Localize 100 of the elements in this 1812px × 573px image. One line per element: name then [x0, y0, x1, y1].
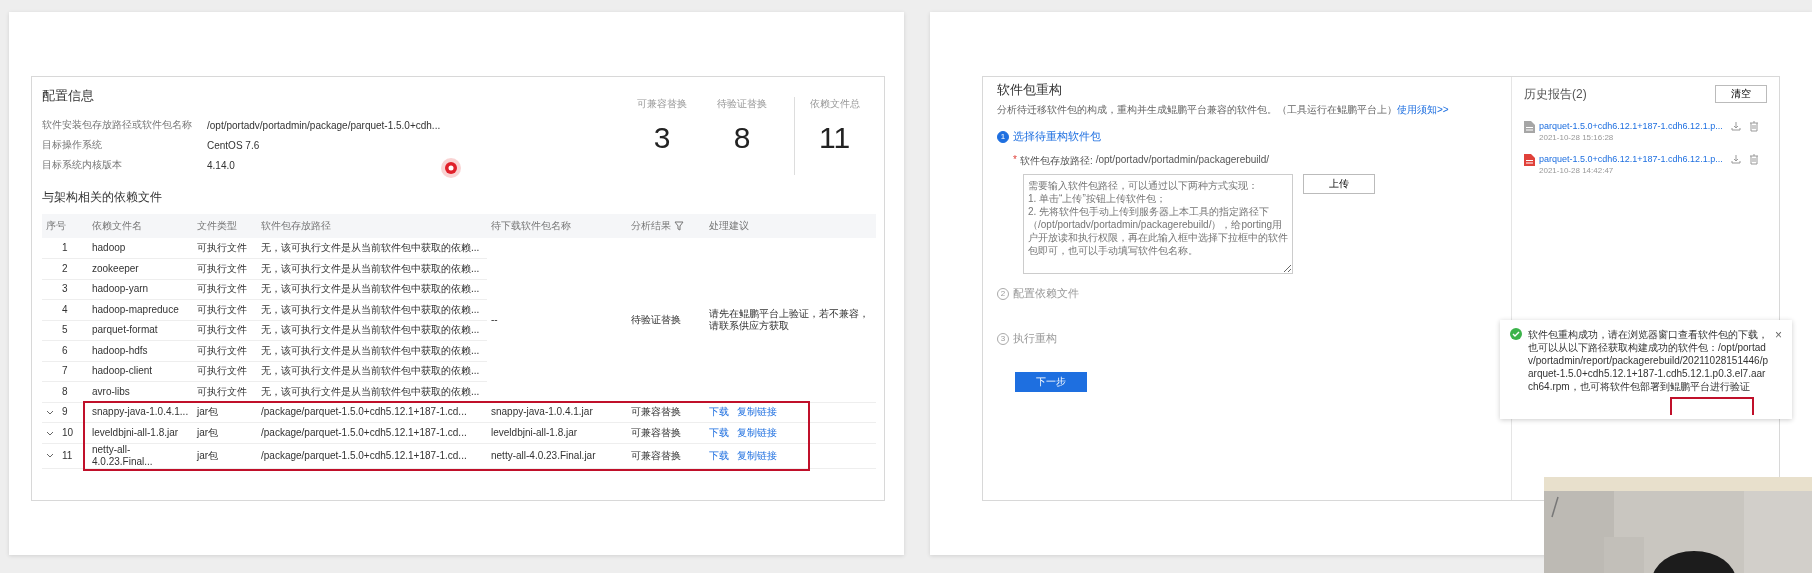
table-cell: --	[487, 238, 627, 402]
table-cell: 可执行文件	[193, 279, 257, 300]
download-icon[interactable]	[1730, 121, 1741, 131]
column-header: 文件类型	[193, 214, 257, 238]
field-label: 目标操作系统	[42, 138, 103, 152]
table-link[interactable]: 复制链接	[737, 426, 777, 438]
table-cell: avro-libs	[88, 381, 193, 402]
table-cell: 无，该可执行文件是从当前软件包中获取的依赖...	[257, 381, 487, 402]
table-cell: 无，该可执行文件是从当前软件包中获取的依赖...	[257, 279, 487, 300]
cursor-highlight-icon	[440, 157, 462, 179]
table-link[interactable]: 复制链接	[737, 406, 777, 418]
page-title: 软件包重构	[997, 81, 1063, 99]
table-cell: 待验证替换	[627, 238, 705, 402]
table-cell: 可执行文件	[193, 381, 257, 402]
stat-value: 3	[653, 121, 671, 155]
close-button[interactable]: ×	[1775, 328, 1782, 342]
field-value: 4.14.0	[207, 159, 235, 171]
table-cell: leveldbjni-all-1.8.jar	[88, 422, 193, 443]
trash-icon[interactable]	[1748, 154, 1759, 165]
table-cell: 无，该可执行文件是从当前软件包中获取的依赖...	[257, 238, 487, 259]
step-number: 1	[997, 130, 1009, 143]
upload-button[interactable]: 上传	[1303, 174, 1375, 194]
table-cell: parquet-format	[88, 320, 193, 341]
table-cell: 可执行文件	[193, 320, 257, 341]
report-time: 2021-10-28 15:16:28	[1539, 133, 1615, 142]
table-cell: /package/parquet-1.5.0+cdh5.12.1+187-1.cd...	[257, 402, 487, 423]
chevron-icon[interactable]	[46, 429, 54, 437]
download-icon[interactable]	[1730, 154, 1741, 164]
section-title: 配置信息	[42, 87, 95, 105]
field-label: 目标系统内核版本	[42, 158, 123, 172]
table-cell: hadoop-yarn	[88, 279, 193, 300]
report-link[interactable]: parquet-1.5.0+cdh6.12.1+187-1.cdh6.12.1.p...	[1539, 154, 1723, 164]
table-cell: 5	[62, 324, 68, 337]
table-cell: 可执行文件	[193, 258, 257, 279]
stat-value: 11	[818, 121, 851, 155]
column-header: 依赖文件名	[88, 214, 193, 238]
chevron-icon[interactable]	[46, 452, 54, 460]
field-label: 软件安装包存放路径或软件包名称	[42, 118, 193, 132]
table-cell: 1	[62, 242, 68, 254]
table-cell: 可执行文件	[193, 299, 257, 320]
table-cell: 可兼容替换	[627, 402, 705, 423]
table-cell: leveldbjni-all-1.8.jar	[487, 422, 627, 443]
table-cell: snappy-java-1.0.4.1...	[88, 402, 193, 423]
table-cell: 10	[62, 426, 74, 439]
table-cell: 可兼容替换	[627, 443, 705, 468]
report-time: 2021-10-28 14:42:47	[1539, 166, 1615, 175]
stat-value: 8	[733, 121, 751, 155]
table-cell: 可兼容替换	[627, 422, 705, 443]
column-header: 待下载软件包名称	[487, 214, 627, 238]
stat-label: 待验证替换	[717, 97, 767, 111]
table-cell: snappy-java-1.0.4.1.jar	[487, 402, 627, 423]
table-cell: jar包	[193, 443, 257, 468]
table-cell: 11	[62, 449, 73, 462]
chevron-icon[interactable]	[46, 409, 54, 417]
step-label: 执行重构	[1013, 331, 1057, 346]
table-cell: jar包	[193, 422, 257, 443]
table-cell: hadoop-hdfs	[88, 340, 193, 361]
panel-title: 历史报告(2)	[1524, 85, 1587, 103]
table-cell: hadoop	[88, 238, 193, 259]
help-link[interactable]: 使用须知>>	[1397, 104, 1449, 115]
table-cell: 3	[62, 283, 68, 296]
field-value: /opt/portadv/portadmin/package/parquet-1.5.0+cdh...	[207, 119, 441, 131]
field-label: 软件包存放路径:	[1019, 154, 1093, 168]
success-icon	[1510, 328, 1522, 340]
table-link[interactable]: 下载	[709, 426, 729, 438]
table-cell: 4	[62, 303, 68, 316]
table-cell: 无，该可执行文件是从当前软件包中获取的依赖...	[257, 258, 487, 279]
filter-icon[interactable]	[674, 221, 684, 232]
table-cell: jar包	[193, 402, 257, 423]
table-cell: 无，该可执行文件是从当前软件包中获取的依赖...	[257, 320, 487, 341]
field-value: /opt/portadv/portadmin/packagerebuild/	[1095, 154, 1270, 167]
notification-text: 软件包重构成功，请在浏览器窗口查看软件包的下载，也可以从以下路径获取构建成功的软件包：/opt/portadv/portadmin/report/packagerebuild/20211028151446/parquet-1.5.0+cdh5.12.1+187-1.cdh5.12.1.p0.3.el7.aarch64.rpm，也可将软件包部署到鲲鹏平台进行验证	[1528, 328, 1769, 393]
table-cell: 无，该可执行文件是从当前软件包中获取的依赖...	[257, 340, 487, 361]
step-label: 配置依赖文件	[1013, 286, 1079, 301]
table-cell: netty-all-4.0.23.Final.jar	[487, 443, 627, 468]
next-button[interactable]: 下一步	[1015, 372, 1087, 392]
column-header: 分析结果	[627, 214, 705, 238]
table-cell: /package/parquet-1.5.0+cdh5.12.1+187-1.cd...	[257, 443, 487, 468]
table-cell: 可执行文件	[193, 238, 257, 259]
table-link[interactable]: 复制链接	[737, 449, 777, 461]
description-text: 分析待迁移软件包的构成，重构并生成鲲鹏平台兼容的软件包。（工具运行在鲲鹏平台上）	[997, 104, 1397, 115]
column-header: 软件包存放路径	[257, 214, 487, 238]
table-cell: zookeeper	[88, 258, 193, 279]
clear-button[interactable]: 清空	[1715, 85, 1767, 103]
stat-label: 可兼容替换	[637, 97, 687, 111]
table-cell: hadoop-mapreduce	[88, 299, 193, 320]
table-cell: netty-all-4.0.23.Final...	[88, 443, 193, 468]
table-cell: 8	[62, 385, 68, 398]
report-link[interactable]: parquet-1.5.0+cdh6.12.1+187-1.cdh6.12.1.p...	[1539, 121, 1723, 131]
table-cell: 2	[62, 262, 68, 275]
step-label: 选择待重构软件包	[1013, 129, 1101, 144]
stat-label: 依赖文件总	[809, 97, 860, 111]
required-mark: *	[1013, 154, 1017, 167]
package-path-field[interactable]: 需要输入软件包路径，可以通过以下两种方式实现： 1. 单击“上传”按钮上传软件包； 2. 先将软件包手动上传到服务器上本工具的指定路径下（/opt/portadv/portadmin/packagerebuild/），给porting用户开放读和执行权限，再在此输入框中选择下拉框中的软件包即可，也可以手动填写软件包名称。	[1023, 174, 1293, 274]
table-cell: 6	[62, 344, 68, 357]
section-title: 与架构相关的依赖文件	[42, 189, 163, 206]
table-link[interactable]: 下载	[709, 406, 729, 418]
trash-icon[interactable]	[1748, 121, 1759, 132]
table-link[interactable]: 下载	[709, 449, 729, 461]
table-cell: hadoop-client	[88, 361, 193, 382]
